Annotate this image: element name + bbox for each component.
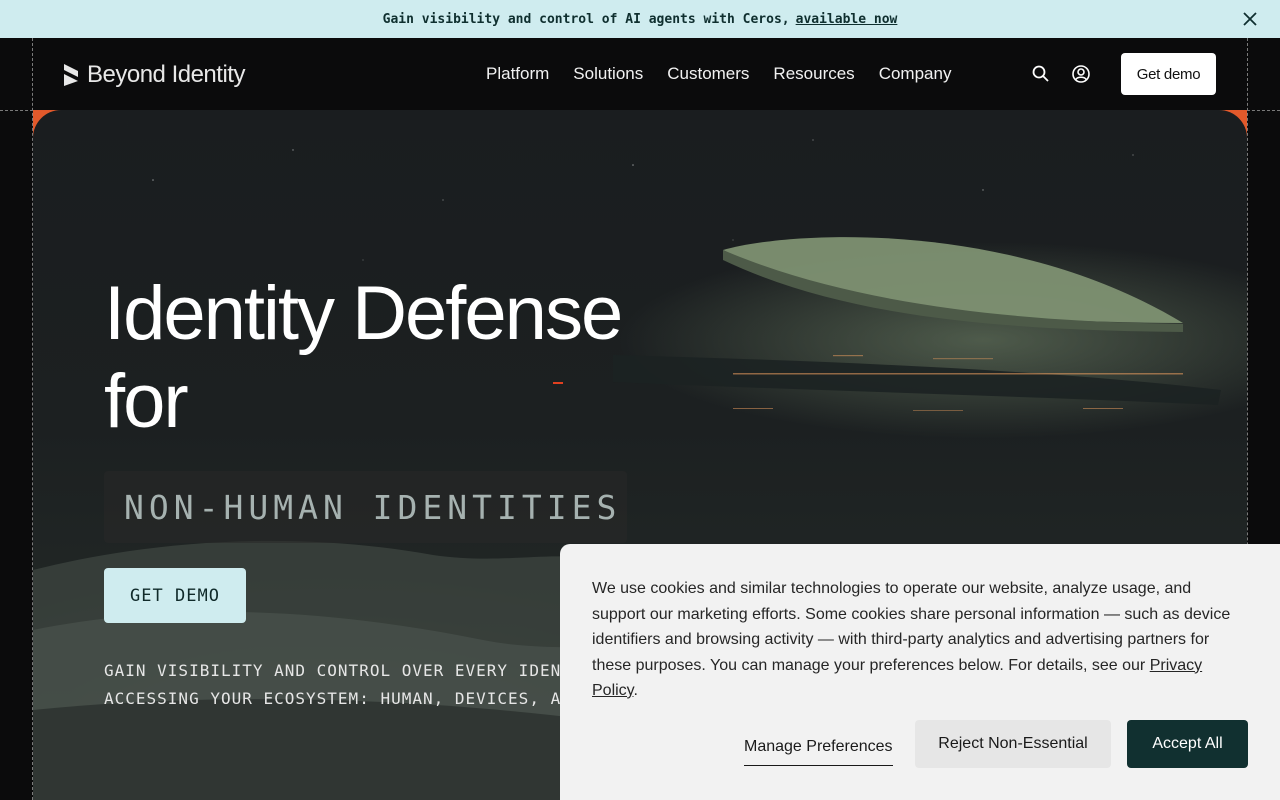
nav-customers[interactable]: Customers: [667, 64, 749, 84]
search-icon[interactable]: [1031, 64, 1051, 84]
cookie-text: We use cookies and similar technologies …: [592, 576, 1242, 704]
accept-all-button[interactable]: Accept All: [1127, 720, 1248, 768]
site-header: Beyond Identity Platform Solutions Custo…: [0, 38, 1280, 110]
announcement-link[interactable]: available now: [796, 12, 898, 27]
rotating-tag: NON-HUMAN IDENTITIES: [104, 471, 627, 543]
main-nav: Platform Solutions Customers Resources C…: [486, 64, 951, 84]
nav-resources[interactable]: Resources: [773, 64, 854, 84]
reject-non-essential-button[interactable]: Reject Non-Essential: [915, 720, 1111, 768]
cookie-period: .: [633, 682, 638, 699]
announcement-text: Gain visibility and control of AI agents…: [382, 11, 790, 27]
logo[interactable]: Beyond Identity: [63, 61, 245, 88]
headline-line-1: Identity Defense: [104, 271, 623, 356]
nav-platform[interactable]: Platform: [486, 64, 549, 84]
manage-preferences-button[interactable]: Manage Preferences: [744, 728, 893, 766]
cookie-body: We use cookies and similar technologies …: [592, 580, 1231, 674]
hero-get-demo-button[interactable]: GET DEMO: [104, 568, 246, 623]
hero-headline: Identity Defense for: [104, 270, 724, 446]
headline-line-2: for: [104, 359, 189, 444]
nav-solutions[interactable]: Solutions: [573, 64, 643, 84]
cookie-consent-panel: We use cookies and similar technologies …: [560, 544, 1280, 800]
announcement-bar: Gain visibility and control of AI agents…: [0, 0, 1280, 38]
close-icon[interactable]: [1240, 9, 1260, 29]
get-demo-button[interactable]: Get demo: [1121, 53, 1216, 95]
logo-mark-icon: [64, 64, 78, 86]
nav-company[interactable]: Company: [879, 64, 952, 84]
hero-subtitle-line-2: ACCESSING YOUR ECOSYSTEM: HUMAN, DEVICES…: [104, 689, 562, 708]
user-account-icon[interactable]: [1071, 64, 1091, 84]
logo-text: Beyond Identity: [87, 61, 245, 88]
hero-subtitle-line-1: GAIN VISIBILITY AND CONTROL OVER EVERY I…: [104, 661, 562, 680]
